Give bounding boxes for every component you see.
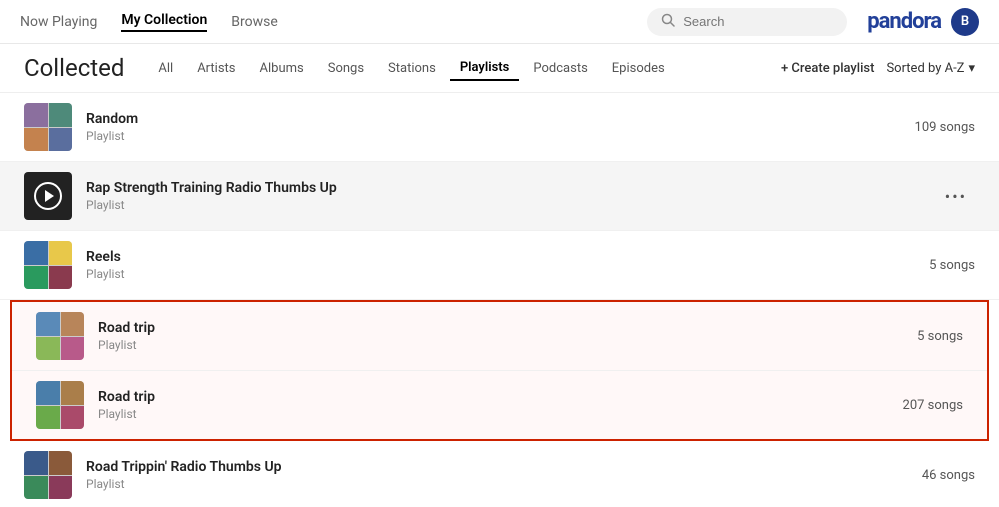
avatar[interactable]: B [951,8,979,36]
playlist-type: Playlist [86,198,937,212]
search-input[interactable] [683,14,833,29]
nav-browse[interactable]: Browse [231,14,277,30]
right-actions: + Create playlist Sorted by A-Z ▾ [781,61,975,76]
playlist-meta: 109 songs [915,120,975,135]
playlist-type: Playlist [98,338,917,352]
list-item[interactable]: Road trip Playlist 5 songs [12,302,987,371]
filter-playlists[interactable]: Playlists [450,56,520,81]
nav-my-collection[interactable]: My Collection [121,12,207,32]
playlist-meta: 46 songs [922,468,975,483]
more-options-button[interactable]: ••• [937,183,975,210]
playlist-thumbnail [24,172,72,220]
list-item[interactable]: Road trip Playlist 207 songs [12,371,987,439]
filter-all[interactable]: All [148,57,183,80]
list-item[interactable]: Reels Playlist 5 songs [0,231,999,300]
playlist-thumbnail [24,103,72,151]
highlighted-group: Road trip Playlist 5 songs Road trip Pla… [10,300,989,441]
playlist-type: Playlist [86,267,929,281]
page-title: Collected [24,54,124,82]
nav-now-playing[interactable]: Now Playing [20,14,97,30]
filter-episodes[interactable]: Episodes [602,57,675,80]
sub-header: Collected All Artists Albums Songs Stati… [0,44,999,93]
play-icon [34,182,62,210]
playlist-name: Reels [86,249,929,265]
right-nav: pandora B [867,8,979,36]
filter-artists[interactable]: Artists [187,57,245,80]
playlist-type: Playlist [86,477,922,491]
filter-stations[interactable]: Stations [378,57,446,80]
sort-label: Sorted by A-Z [886,61,964,76]
playlist-name: Rap Strength Training Radio Thumbs Up [86,180,937,196]
playlist-type: Playlist [98,407,903,421]
playlist-info: Reels Playlist [86,249,929,281]
pandora-logo: pandora [867,9,941,34]
filter-albums[interactable]: Albums [250,57,314,80]
list-item[interactable]: Rap Strength Training Radio Thumbs Up Pl… [0,162,999,231]
playlist-info: Road Trippin' Radio Thumbs Up Playlist [86,459,922,491]
playlist-meta: 5 songs [917,329,963,344]
search-bar [647,8,847,36]
playlist-thumbnail [36,381,84,429]
list-item[interactable]: Random Playlist 109 songs [0,93,999,162]
top-nav: Now Playing My Collection Browse pandora… [0,0,999,44]
playlist-info: Road trip Playlist [98,389,903,421]
playlist-meta: 5 songs [929,258,975,273]
search-icon [661,13,675,31]
playlist-info: Random Playlist [86,111,915,143]
playlist-thumbnail [24,241,72,289]
create-playlist-button[interactable]: + Create playlist [781,61,874,76]
playlist-name: Random [86,111,915,127]
playlist-type: Playlist [86,129,915,143]
filter-podcasts[interactable]: Podcasts [523,57,597,80]
playlist-list: Random Playlist 109 songs Rap Strength T… [0,93,999,500]
playlist-thumbnail [36,312,84,360]
filter-songs[interactable]: Songs [318,57,374,80]
playlist-info: Road trip Playlist [98,320,917,352]
playlist-name: Road trip [98,320,917,336]
playlist-name: Road Trippin' Radio Thumbs Up [86,459,922,475]
nav-links: Now Playing My Collection Browse [20,12,647,32]
playlist-meta: 207 songs [903,398,963,413]
sort-button[interactable]: Sorted by A-Z ▾ [886,61,975,76]
playlist-thumbnail [24,451,72,499]
playlist-name: Road trip [98,389,903,405]
list-item[interactable]: Road Trippin' Radio Thumbs Up Playlist 4… [0,441,999,500]
chevron-down-icon: ▾ [968,61,975,76]
playlist-info: Rap Strength Training Radio Thumbs Up Pl… [86,180,937,212]
filter-tabs: All Artists Albums Songs Stations Playli… [148,56,781,81]
